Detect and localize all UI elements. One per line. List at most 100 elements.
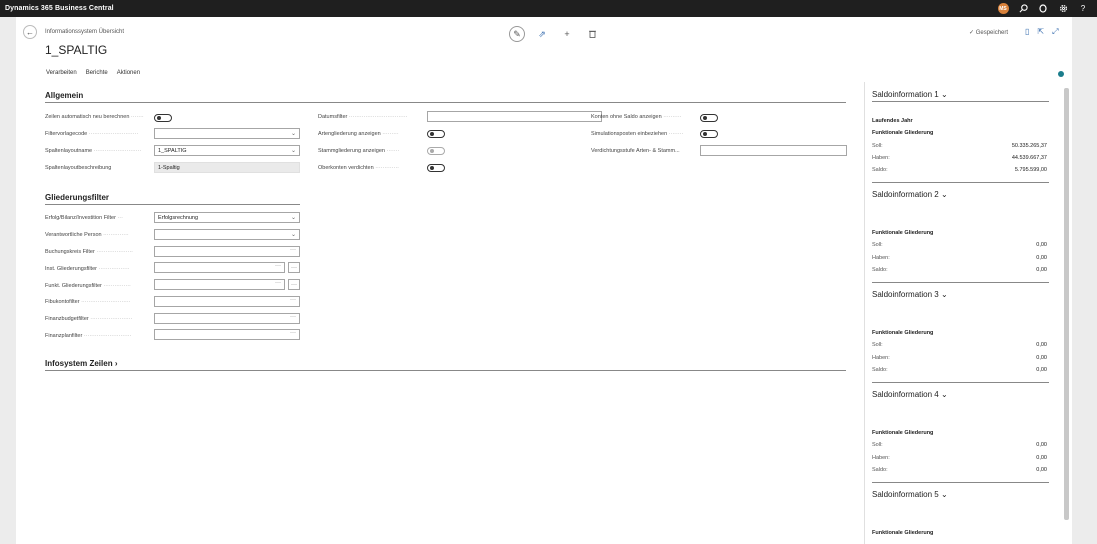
left-gutter	[0, 17, 16, 544]
inst-assist-button[interactable]: ···	[288, 262, 300, 273]
factbox-soll-2: Soll: 0,00	[872, 242, 1047, 248]
pencil-icon: ✎	[513, 28, 521, 39]
filter-person-select[interactable]: ⌄	[154, 229, 300, 240]
ohnesaldo-toggle[interactable]	[700, 114, 718, 122]
filter-label-buchungskreis: Buchungskreis Filter ···················…	[45, 249, 133, 255]
right-gutter	[1072, 17, 1097, 544]
ellipsis-icon: ···	[290, 297, 296, 303]
factbox-divider	[872, 382, 1049, 383]
chevron-down-icon: ⌄	[290, 131, 296, 137]
user-avatar[interactable]: MS	[993, 0, 1013, 17]
section-gliederung-title[interactable]: Gliederungsfilter	[45, 193, 109, 202]
saved-label: Gespeichert	[975, 30, 1009, 36]
edit-button[interactable]: ✎	[509, 26, 525, 42]
factbox-soll-1: Soll: 50.335.265,37	[872, 143, 1047, 149]
factbox-sub-1: Funktionale Gliederung	[872, 130, 934, 136]
section-divider	[45, 102, 846, 103]
filtertemplate-select[interactable]: ⌄	[154, 128, 300, 139]
search-icon[interactable]	[1013, 0, 1033, 17]
bookmark-icon[interactable]: ▯	[1025, 27, 1029, 37]
factbox-scrollbar[interactable]	[1064, 88, 1069, 520]
share-button[interactable]: ⇗	[534, 26, 550, 42]
factbox-saldo-2: Saldo: 0,00	[872, 267, 1047, 273]
factbox-title-3[interactable]: Saldoinformation 3 ⌄	[872, 290, 948, 299]
verdichtung-input[interactable]	[700, 145, 847, 156]
ellipsis-icon: ···	[290, 247, 296, 253]
factbox-sub-3: Funktionale Gliederung	[872, 330, 934, 336]
factbox-haben-2: Haben: 0,00	[872, 255, 1047, 261]
filter-funkt-input[interactable]: ···	[154, 279, 285, 290]
header-icons: ▯ ⇱ ⤢	[1025, 27, 1059, 37]
factbox-title-2[interactable]: Saldoinformation 2 ⌄	[872, 190, 948, 199]
status-dot	[1058, 71, 1064, 77]
back-button[interactable]: ←	[23, 25, 37, 39]
app-title[interactable]: Dynamics 365 Business Central	[0, 5, 114, 12]
filter-finanzbudget-input[interactable]: ···	[154, 313, 300, 324]
factbox-pane	[864, 82, 1056, 544]
layoutname-select[interactable]: 1_SPALTIG ⌄	[154, 145, 300, 156]
funkt-assist-button[interactable]: ···	[288, 279, 300, 290]
top-bar: Dynamics 365 Business Central MS ?	[0, 0, 1097, 17]
expand-icon[interactable]: ⤢	[1052, 27, 1058, 37]
help-icon[interactable]: ?	[1073, 0, 1093, 17]
avatar: MS	[997, 3, 1009, 14]
factbox-sub-5: Funktionale Gliederung	[872, 530, 934, 536]
factbox-soll-4: Soll: 0,00	[872, 442, 1047, 448]
factbox-haben-4: Haben: 0,00	[872, 455, 1047, 461]
filter-fibukonto-input[interactable]: ···	[154, 296, 300, 307]
chevron-down-icon: ⌄	[290, 232, 296, 238]
factbox-title-4[interactable]: Saldoinformation 4 ⌄	[872, 390, 948, 399]
filter-buchungskreis-input[interactable]: ···	[154, 246, 300, 257]
verdichtung-label: Verdichtungsstufe Arten- & Stamm...	[591, 148, 680, 154]
filter-label-fibukonto: Fibukontofilter ························…	[45, 299, 131, 305]
factbox-sub-2: Funktionale Gliederung	[872, 230, 934, 236]
plus-icon: +	[564, 29, 570, 39]
filter-label-inst: Inst. Gliederungsfilter ················…	[45, 266, 130, 272]
notification-icon[interactable]	[1033, 0, 1053, 17]
top-bar-icons: MS ?	[993, 0, 1097, 17]
section-allgemein-title[interactable]: Allgemein	[45, 91, 83, 100]
action-verarbeiten[interactable]: Verarbeiten	[46, 70, 77, 76]
factbox-saldo-4: Saldo: 0,00	[872, 467, 1047, 473]
filter-inst-input[interactable]: ···	[154, 262, 285, 273]
ellipsis-icon: ···	[290, 330, 296, 336]
factbox-title-5[interactable]: Saldoinformation 5 ⌄	[872, 490, 948, 499]
ellipsis-icon: ···	[275, 280, 281, 286]
trash-icon	[588, 30, 596, 38]
datefilter-input[interactable]	[427, 111, 602, 122]
delete-button[interactable]	[584, 26, 600, 42]
filter-finanzplan-input[interactable]: ···	[154, 329, 300, 340]
gear-icon[interactable]	[1053, 0, 1073, 17]
simulation-toggle[interactable]	[700, 130, 718, 138]
factbox-haben-1: Haben: 44.539.667,37	[872, 155, 1047, 161]
check-icon: ✓	[969, 30, 975, 36]
chevron-down-icon: ⌄	[940, 290, 948, 299]
factbox-divider	[872, 101, 1049, 102]
section-infosystem-title[interactable]: Infosystem Zeilen ›	[45, 359, 117, 368]
datefilter-label: Datumsfilter ···························…	[318, 114, 408, 120]
chevron-right-icon: ›	[114, 359, 118, 368]
arrow-left-icon: ←	[26, 27, 34, 37]
chevron-down-icon: ⌄	[940, 390, 948, 399]
factbox-saldo-3: Saldo: 0,00	[872, 367, 1047, 373]
artgliederung-label: Artengliederung anzeigen ·········	[318, 131, 399, 137]
factbox-divider	[872, 282, 1049, 283]
stammgliederung-toggle[interactable]	[427, 147, 445, 155]
share-icon: ⇗	[538, 28, 546, 39]
filter-erfolg-select[interactable]: Erfolgsrechnung ⌄	[154, 212, 300, 223]
factbox-saldo-1: Saldo: 5.795.599,00	[872, 167, 1047, 173]
stammgliederung-label: Stammgliederung anzeigen ·······	[318, 148, 400, 154]
chevron-down-icon: ⌄	[940, 190, 948, 199]
action-aktionen[interactable]: Aktionen	[117, 70, 140, 76]
recalc-toggle[interactable]	[154, 114, 172, 122]
oberkonten-toggle[interactable]	[427, 164, 445, 172]
breadcrumb: Informationssystem Übersicht	[45, 29, 125, 35]
factbox-title-1[interactable]: Saldoinformation 1 ⌄	[872, 90, 948, 99]
page-toolbar: ✎ ⇗ +	[509, 26, 600, 42]
layoutname-label: Spaltenlayoutname ······················…	[45, 148, 142, 154]
action-berichte[interactable]: Berichte	[86, 70, 108, 76]
new-button[interactable]: +	[559, 26, 575, 42]
open-new-window-icon[interactable]: ⇱	[1037, 27, 1044, 37]
filter-label-erfolg: Erfolg/Bilanz/Investition Filter ···	[45, 215, 123, 221]
artgliederung-toggle[interactable]	[427, 130, 445, 138]
